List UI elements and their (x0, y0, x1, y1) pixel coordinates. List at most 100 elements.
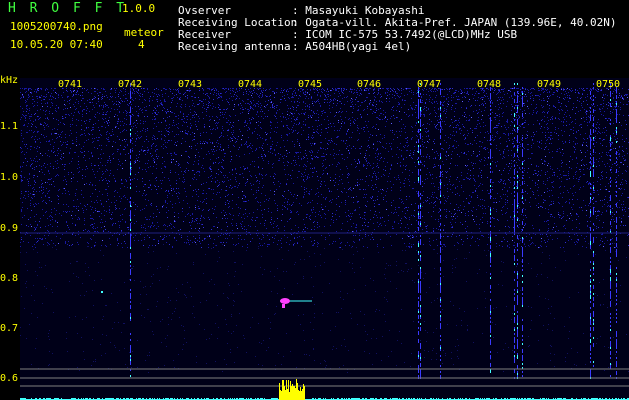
noise-pixel (329, 235, 330, 236)
noise-pixel (428, 108, 429, 109)
noise-pixel (29, 110, 30, 111)
noise-pixel (95, 177, 96, 178)
noise-pixel (35, 228, 36, 229)
noise-pixel (164, 161, 165, 162)
noise-pixel (626, 124, 627, 125)
noise-pixel (81, 134, 82, 135)
noise-pixel (486, 93, 487, 94)
noise-pixel (419, 164, 420, 165)
noise-pixel (126, 181, 127, 182)
noise-pixel (350, 88, 351, 89)
noise-pixel (279, 160, 280, 161)
noise-pixel (304, 194, 305, 195)
noise-pixel (78, 111, 79, 112)
noise-pixel (35, 161, 36, 162)
noise-pixel (396, 234, 397, 235)
noise-pixel (270, 222, 271, 223)
noise-pixel (410, 238, 411, 239)
noise-pixel (168, 210, 169, 211)
noise-pixel (136, 91, 137, 92)
noise-pixel (103, 179, 104, 180)
noise-pixel (416, 236, 417, 237)
noise-pixel (209, 168, 210, 169)
noise-pixel (297, 139, 298, 140)
noise-pixel (178, 217, 179, 218)
noise-pixel (534, 170, 535, 171)
noise-pixel (92, 207, 93, 208)
noise-pixel (368, 235, 369, 236)
noise-pixel (532, 180, 533, 181)
noise-pixel (43, 96, 44, 97)
noise-pixel (168, 96, 169, 97)
noise-pixel (278, 153, 279, 154)
noise-pixel (430, 113, 431, 114)
noise-pixel (415, 125, 416, 126)
noise-pixel (304, 113, 305, 114)
noise-pixel (73, 174, 74, 175)
noise-pixel (73, 115, 74, 116)
noise-pixel (478, 176, 479, 177)
noise-pixel (305, 165, 306, 166)
noise-pixel (68, 191, 69, 192)
noise-pixel (133, 123, 134, 124)
noise-pixel (421, 156, 422, 157)
noise-pixel (121, 180, 122, 181)
noise-pixel (487, 96, 488, 97)
noise-pixel (210, 169, 211, 170)
noise-pixel (97, 227, 98, 228)
noise-pixel (603, 139, 604, 140)
noise-pixel (324, 119, 325, 120)
noise-pixel (548, 149, 549, 150)
noise-pixel (130, 90, 131, 91)
noise-pixel (542, 163, 543, 164)
noise-pixel (547, 165, 548, 166)
noise-pixel (59, 136, 60, 137)
noise-pixel (348, 210, 349, 211)
noise-pixel (375, 157, 376, 158)
noise-pixel (523, 219, 524, 220)
noise-pixel (368, 131, 369, 132)
noise-pixel (438, 219, 439, 220)
noise-pixel (506, 129, 507, 130)
noise-pixel (74, 106, 75, 107)
noise-pixel (155, 139, 156, 140)
noise-pixel (171, 155, 172, 156)
noise-pixel (35, 221, 36, 222)
noise-pixel (312, 126, 313, 127)
noise-pixel (497, 219, 498, 220)
noise-pixel (102, 126, 103, 127)
noise-pixel (457, 193, 458, 194)
noise-pixel (381, 113, 382, 114)
noise-pixel (348, 182, 349, 183)
noise-pixel (194, 111, 195, 112)
noise-pixel (26, 106, 27, 107)
noise-pixel (604, 132, 605, 133)
noise-pixel (232, 219, 233, 220)
noise-pixel (381, 157, 382, 158)
noise-pixel (90, 119, 91, 120)
noise-pixel (454, 92, 455, 93)
noise-pixel (165, 121, 166, 122)
noise-pixel (150, 216, 151, 217)
noise-pixel (591, 155, 592, 156)
noise-pixel (98, 140, 99, 141)
noise-pixel (467, 144, 468, 145)
noise-pixel (616, 165, 617, 166)
noise-pixel (157, 105, 158, 106)
noise-pixel (113, 104, 114, 105)
noise-pixel (207, 95, 208, 96)
noise-pixel (370, 134, 371, 135)
noise-pixel (472, 215, 473, 216)
noise-pixel (450, 184, 451, 185)
noise-pixel (494, 226, 495, 227)
noise-pixel (467, 92, 468, 93)
noise-pixel (266, 139, 267, 140)
noise-pixel (170, 170, 171, 171)
noise-pixel (523, 227, 524, 228)
noise-pixel (41, 134, 42, 135)
noise-pixel (124, 123, 125, 124)
noise-pixel (491, 196, 492, 197)
noise-pixel (107, 131, 108, 132)
noise-pixel (296, 164, 297, 165)
noise-pixel (164, 99, 165, 100)
